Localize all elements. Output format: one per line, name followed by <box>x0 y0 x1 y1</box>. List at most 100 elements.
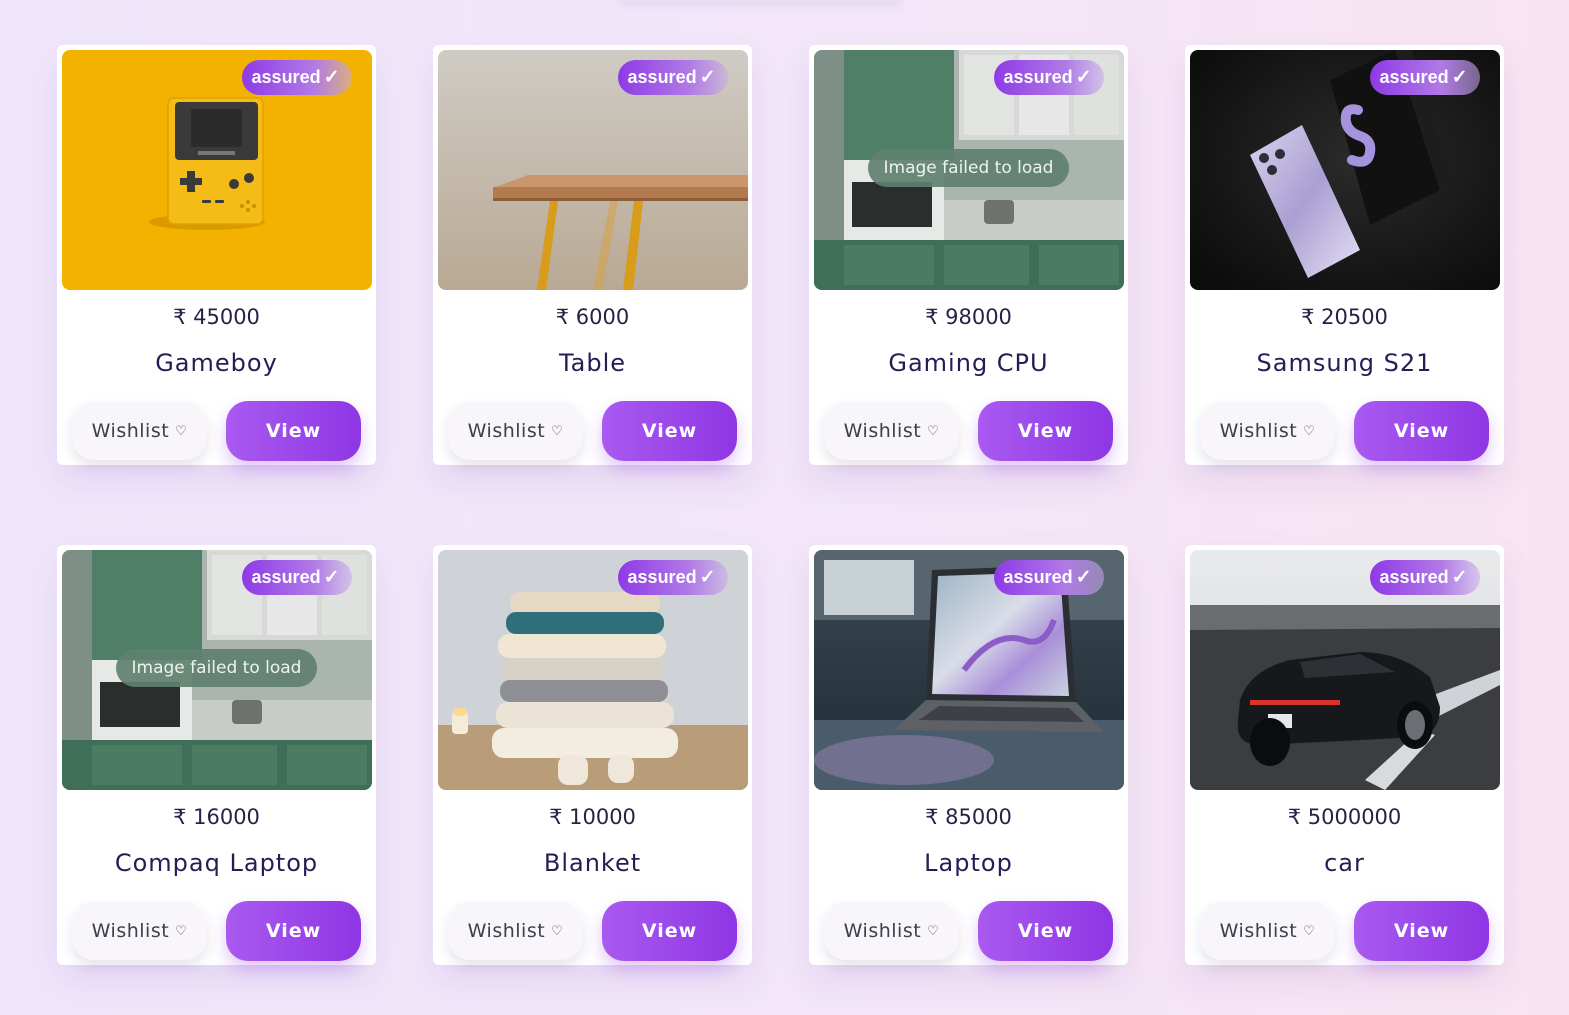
assured-badge: assured ✓ <box>993 60 1104 95</box>
product-name: car <box>1324 849 1365 877</box>
heart-outline-icon: ♡ <box>1303 423 1316 439</box>
product-name: Compaq Laptop <box>114 849 319 877</box>
product-card: assured ✓ ₹ 85000 Laptop Wishlist ♡ View <box>809 545 1128 965</box>
product-price: ₹ 10000 <box>549 805 636 829</box>
wishlist-button[interactable]: Wishlist ♡ <box>72 402 207 460</box>
top-tab-shadow <box>620 0 900 2</box>
product-name: Gaming CPU <box>888 349 1049 377</box>
wishlist-button-label: Wishlist <box>843 420 922 442</box>
view-button[interactable]: View <box>602 901 737 961</box>
view-button[interactable]: View <box>978 901 1113 961</box>
product-name: Table <box>558 349 627 377</box>
product-price: ₹ 5000000 <box>1287 805 1402 829</box>
assured-badge: assured ✓ <box>993 560 1104 595</box>
wishlist-button[interactable]: Wishlist ♡ <box>448 402 583 460</box>
wishlist-button-label: Wishlist <box>91 420 170 442</box>
wishlist-button-label: Wishlist <box>91 920 170 942</box>
product-image[interactable]: assured ✓ <box>437 550 748 790</box>
product-card: Image failed to load assured ✓ ₹ 16000 C… <box>57 545 376 965</box>
view-button[interactable]: View <box>226 901 361 961</box>
product-image[interactable]: assured ✓ <box>1189 550 1500 790</box>
product-actions: Wishlist ♡ View <box>1190 901 1499 961</box>
heart-outline-icon: ♡ <box>551 423 564 439</box>
product-image[interactable]: assured ✓ <box>437 50 748 290</box>
product-name: Laptop <box>924 849 1013 877</box>
assured-badge-label: assured <box>251 67 321 87</box>
heart-outline-icon: ♡ <box>927 423 940 439</box>
wishlist-button-label: Wishlist <box>843 920 922 942</box>
heart-outline-icon: ♡ <box>175 923 188 939</box>
assured-badge-label: assured <box>627 567 697 587</box>
product-card: assured ✓ ₹ 20500 Samsung S21 Wishlist ♡… <box>1185 45 1504 465</box>
assured-badge-label: assured <box>1379 67 1449 87</box>
product-actions: Wishlist ♡ View <box>438 401 747 461</box>
product-price: ₹ 98000 <box>925 305 1012 329</box>
wishlist-button-label: Wishlist <box>1219 920 1298 942</box>
product-card: assured ✓ ₹ 6000 Table Wishlist ♡ View <box>433 45 752 465</box>
product-actions: Wishlist ♡ View <box>62 401 371 461</box>
view-button[interactable]: View <box>978 401 1113 461</box>
assured-badge-label: assured <box>1003 67 1073 87</box>
wishlist-button[interactable]: Wishlist ♡ <box>72 902 207 960</box>
product-grid: assured ✓ ₹ 45000 Gameboy Wishlist ♡ Vie… <box>57 45 1504 965</box>
product-image[interactable]: assured ✓ <box>61 50 372 290</box>
assured-badge-label: assured <box>627 67 697 87</box>
wishlist-button-label: Wishlist <box>467 420 546 442</box>
product-price: ₹ 45000 <box>173 305 260 329</box>
check-icon: ✓ <box>1075 67 1092 88</box>
wishlist-button[interactable]: Wishlist ♡ <box>1200 402 1335 460</box>
assured-badge: assured ✓ <box>617 560 728 595</box>
product-actions: Wishlist ♡ View <box>1190 401 1499 461</box>
product-actions: Wishlist ♡ View <box>438 901 747 961</box>
check-icon: ✓ <box>1451 67 1468 88</box>
product-name: Samsung S21 <box>1256 349 1433 377</box>
product-image[interactable]: Image failed to load assured ✓ <box>61 550 372 790</box>
view-button[interactable]: View <box>1354 901 1489 961</box>
assured-badge: assured ✓ <box>1369 60 1480 95</box>
assured-badge: assured ✓ <box>241 60 352 95</box>
image-error-label: Image failed to load <box>867 149 1070 187</box>
heart-outline-icon: ♡ <box>551 923 564 939</box>
product-price: ₹ 16000 <box>173 805 260 829</box>
product-card: assured ✓ ₹ 5000000 car Wishlist ♡ View <box>1185 545 1504 965</box>
wishlist-button-label: Wishlist <box>1219 420 1298 442</box>
view-button[interactable]: View <box>602 401 737 461</box>
product-card: assured ✓ ₹ 45000 Gameboy Wishlist ♡ Vie… <box>57 45 376 465</box>
product-price: ₹ 6000 <box>555 305 630 329</box>
product-price: ₹ 20500 <box>1301 305 1388 329</box>
wishlist-button[interactable]: Wishlist ♡ <box>448 902 583 960</box>
assured-badge: assured ✓ <box>241 560 352 595</box>
product-image[interactable]: assured ✓ <box>1189 50 1500 290</box>
wishlist-button[interactable]: Wishlist ♡ <box>824 902 959 960</box>
view-button[interactable]: View <box>226 401 361 461</box>
assured-badge: assured ✓ <box>1369 560 1480 595</box>
wishlist-button-label: Wishlist <box>467 920 546 942</box>
assured-badge-label: assured <box>251 567 321 587</box>
product-actions: Wishlist ♡ View <box>62 901 371 961</box>
product-actions: Wishlist ♡ View <box>814 401 1123 461</box>
wishlist-button[interactable]: Wishlist ♡ <box>1200 902 1335 960</box>
check-icon: ✓ <box>699 567 716 588</box>
assured-badge-label: assured <box>1379 567 1449 587</box>
heart-outline-icon: ♡ <box>1303 923 1316 939</box>
wishlist-button[interactable]: Wishlist ♡ <box>824 402 959 460</box>
image-error-label: Image failed to load <box>115 649 318 687</box>
assured-badge-label: assured <box>1003 567 1073 587</box>
product-image[interactable]: Image failed to load assured ✓ <box>813 50 1124 290</box>
product-card: assured ✓ ₹ 10000 Blanket Wishlist ♡ Vie… <box>433 545 752 965</box>
check-icon: ✓ <box>1075 567 1092 588</box>
product-name: Gameboy <box>155 349 278 377</box>
product-image[interactable]: assured ✓ <box>813 550 1124 790</box>
product-price: ₹ 85000 <box>925 805 1012 829</box>
check-icon: ✓ <box>1451 567 1468 588</box>
product-actions: Wishlist ♡ View <box>814 901 1123 961</box>
product-card: Image failed to load assured ✓ ₹ 98000 G… <box>809 45 1128 465</box>
check-icon: ✓ <box>323 67 340 88</box>
assured-badge: assured ✓ <box>617 60 728 95</box>
check-icon: ✓ <box>699 67 716 88</box>
heart-outline-icon: ♡ <box>175 423 188 439</box>
check-icon: ✓ <box>323 567 340 588</box>
view-button[interactable]: View <box>1354 401 1489 461</box>
heart-outline-icon: ♡ <box>927 923 940 939</box>
product-name: Blanket <box>543 849 642 877</box>
